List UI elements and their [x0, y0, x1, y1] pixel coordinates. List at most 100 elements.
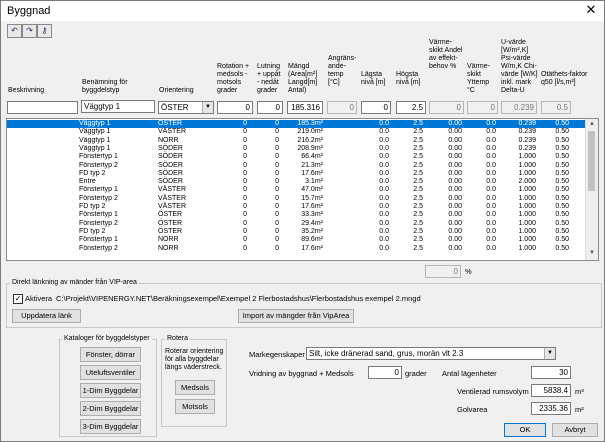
3-dim-byggdelar-button[interactable]: 3-Dim Byggdelar	[80, 419, 141, 434]
cell-rotation: 0	[243, 236, 247, 244]
cell-lagsta: 0.0	[379, 194, 389, 202]
scroll-thumb[interactable]	[588, 131, 595, 191]
cell-lagsta: 0.0	[379, 203, 389, 210]
cell-orientering: ÖSTER	[158, 219, 183, 227]
key-icon[interactable]: ⚷	[37, 24, 52, 38]
cell-mangd: 17.6m²	[301, 169, 323, 177]
cell-yttemp: 0.0	[486, 120, 496, 127]
cell-mangd: 15.7m²	[301, 194, 323, 202]
vridning-input[interactable]: 0	[368, 366, 402, 379]
header-lagsta: Lägsta nivå [m]	[361, 71, 386, 86]
cell-mangd: 21.3m²	[301, 161, 323, 169]
cell-hogsta: 2.5	[413, 178, 423, 186]
import-vip-area-button[interactable]: Import av mängder från VipArea	[238, 309, 354, 323]
cell-lagsta: 0.0	[379, 236, 389, 244]
cell-lagsta: 0.0	[379, 227, 389, 235]
table-row[interactable]: FD typ 2 VÄSTER 0 0 17.6m² 0.0 2.5 0.00 0.0 1.000…	[7, 203, 585, 211]
cell-andel: 0.00	[448, 219, 462, 227]
table-row[interactable]: Väggtyp 1 SÖDER 0 0 208.9m² 0.0 2.5 0.00 0.0 0.23…	[7, 145, 585, 153]
lutning-input[interactable]: 0	[257, 101, 283, 114]
table-row[interactable]: Fönstertyp 2 VÄSTER 0 0 15.7m² 0.0 2.5 0.00 0.0 1…	[7, 195, 585, 203]
table-row[interactable]: Fönstertyp 2 ÖSTER 0 0 29.4m² 0.0 2.5 0.00 0.0 1.…	[7, 220, 585, 228]
cell-hogsta: 2.5	[413, 136, 423, 144]
cell-otathet: 0.50	[555, 203, 569, 210]
redo-icon[interactable]: ↷	[22, 24, 37, 38]
ventilerad-rumsvolym-input[interactable]: 5838.4	[531, 384, 571, 397]
hogsta-input[interactable]: 2.5	[396, 101, 426, 114]
cell-benamning: Fönstertyp 1	[79, 186, 118, 194]
2-dim-byggdelar-button[interactable]: 2-Dim Byggdelar	[80, 401, 141, 416]
cell-uvarde: 1.000	[518, 186, 536, 194]
medsols-button[interactable]: Medsols	[175, 380, 215, 395]
aktivera-checkbox[interactable]: ✓	[13, 294, 23, 304]
chevron-down-icon[interactable]: ▼	[202, 102, 213, 113]
cell-lagsta: 0.0	[379, 211, 389, 219]
cell-rotation: 0	[243, 136, 247, 144]
aktivera-label: Aktivera	[25, 294, 53, 303]
table-row[interactable]: Väggtyp 1 NORR 0 0 216.2m² 0.0 2.5 0.00 0.0 0.239…	[7, 137, 585, 145]
close-icon[interactable]: ✕	[584, 3, 598, 17]
table-row[interactable]: FD typ 2 SÖDER 0 0 17.6m² 0.0 2.5 0.00 0.0 1.000 0…	[7, 170, 585, 178]
chevron-down-icon[interactable]: ▼	[544, 348, 555, 359]
antal-lagenheter-input[interactable]: 30	[531, 366, 571, 379]
table-row[interactable]: FD typ 2 ÖSTER 0 0 35.2m² 0.0 2.5 0.00 0.0 1.000 0…	[7, 228, 585, 236]
cell-uvarde: 0.239	[518, 144, 536, 152]
uteluftsventiler-button[interactable]: Uteluftsventiler	[80, 365, 141, 380]
table-row[interactable]: Fönstertyp 1 VÄSTER 0 0 47.0m² 0.0 2.5 0.00 0.0 1…	[7, 186, 585, 194]
cell-rotation: 0	[243, 161, 247, 169]
angransande-input[interactable]: 0	[327, 101, 357, 114]
cell-lagsta: 0.0	[379, 219, 389, 227]
cell-mangd: 216.2m²	[297, 136, 323, 144]
table-row[interactable]: Fönstertyp 1 SÖDER 0 0 66.4m² 0.0 2.5 0.00 0.0 1.…	[7, 153, 585, 161]
motsols-button[interactable]: Motsols	[175, 399, 215, 414]
orientering-dropdown[interactable]: ÖSTER ▼	[158, 101, 214, 114]
ok-button[interactable]: OK	[504, 423, 546, 437]
table-row[interactable]: Väggtyp 1 ÖSTER 0 0 185.3m² 0.0 2.5 0.00 0.0 0.23…	[7, 120, 585, 128]
vertical-scrollbar[interactable]: ▲ ▼	[585, 119, 598, 260]
cell-andel: 0.00	[448, 194, 462, 202]
otathet-input[interactable]: 0.5	[541, 101, 571, 114]
percent-unit: %	[465, 267, 472, 276]
benamning-input[interactable]: Väggtyp 1	[81, 100, 155, 113]
varmeskikt-yttemp-input[interactable]: 0	[467, 101, 498, 114]
cell-otathet: 0.50	[555, 120, 569, 127]
table-row[interactable]: Fönstertyp 2 NORR 0 0 17.6m² 0.0 2.5 0.00 0.0 1.0…	[7, 245, 585, 253]
uppdatera-lank-button[interactable]: Uppdatera länk	[12, 309, 81, 323]
table-row[interactable]: Entre SÖDER 0 0 3.1m² 0.0 2.5 0.00 0.0 2.000 0.50	[7, 178, 585, 186]
cell-benamning: Fönstertyp 2	[79, 194, 118, 202]
cell-rotation: 0	[243, 219, 247, 227]
cell-otathet: 0.50	[555, 153, 569, 161]
fonster-dorrar-button[interactable]: Fönster, dörrar	[80, 347, 141, 362]
cell-yttemp: 0.0	[486, 186, 496, 194]
rotation-input[interactable]: 0	[217, 101, 253, 114]
undo-icon[interactable]: ↶	[7, 24, 22, 38]
cell-lutning: 0	[275, 211, 279, 219]
beskrivning-input[interactable]	[7, 101, 78, 114]
1-dim-byggdelar-button[interactable]: 1-Dim Byggdelar	[80, 383, 141, 398]
table-row[interactable]: Väggtyp 1 VÄSTER 0 0 219.0m² 0.0 2.5 0.00 0.0 0.2…	[7, 128, 585, 136]
lagsta-input[interactable]: 0	[361, 101, 391, 114]
mangd-input[interactable]: 185.316	[287, 101, 323, 114]
cell-rotation: 0	[243, 128, 247, 136]
cell-hogsta: 2.5	[413, 186, 423, 194]
varmeskikt-andel-input[interactable]: 0	[429, 101, 464, 114]
golvarea-input[interactable]: 2335.36	[531, 402, 571, 415]
scroll-down-icon[interactable]: ▼	[586, 248, 598, 259]
cell-hogsta: 2.5	[413, 120, 423, 127]
cell-lagsta: 0.0	[379, 144, 389, 152]
table-row[interactable]: Fönstertyp 1 ÖSTER 0 0 33.3m² 0.0 2.5 0.00 0.0 1.…	[7, 211, 585, 219]
scroll-up-icon[interactable]: ▲	[586, 119, 598, 130]
markegenskaper-dropdown[interactable]: Silt, icke dränerad sand, grus, morän vl…	[306, 347, 556, 360]
cell-mangd: 35.2m²	[301, 227, 323, 235]
table-row[interactable]: Fönstertyp 2 SÖDER 0 0 21.3m² 0.0 2.5 0.00 0.0 1.…	[7, 162, 585, 170]
byggdel-list[interactable]: Väggtyp 1 ÖSTER 0 0 185.3m² 0.0 2.5 0.00 0.0 0.23…	[6, 118, 599, 261]
cell-yttemp: 0.0	[486, 203, 496, 210]
cell-otathet: 0.50	[555, 194, 569, 202]
cell-benamning: FD typ 2	[79, 203, 106, 210]
header-orientering: Orientering	[159, 87, 194, 94]
vridning-label: Vridning av byggnad + Medsols	[249, 369, 354, 378]
table-row[interactable]: Fönstertyp 1 NORR 0 0 89.6m² 0.0 2.5 0.00 0.0 1.0…	[7, 236, 585, 244]
avbryt-button[interactable]: Avbryt	[552, 423, 598, 437]
uvarde-input[interactable]: 0.239	[501, 101, 537, 114]
cell-lutning: 0	[275, 194, 279, 202]
